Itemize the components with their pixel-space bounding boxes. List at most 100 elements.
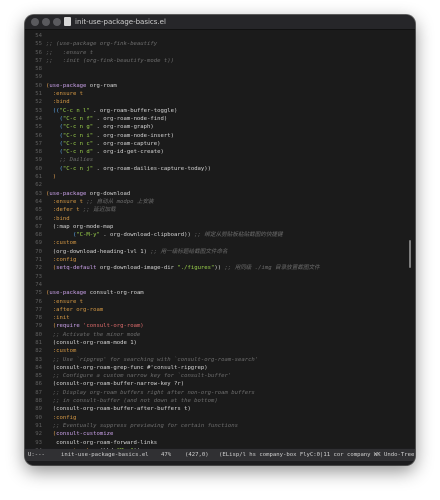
code-line[interactable]: (consult-org-roam-buffer-narrow-key ?r) bbox=[46, 380, 406, 388]
code-line[interactable]: :after org-roam bbox=[46, 306, 406, 314]
code-line[interactable] bbox=[46, 32, 406, 40]
code-line[interactable]: :config bbox=[46, 256, 406, 264]
token-fn: org-download bbox=[86, 190, 131, 197]
line-number: 93 bbox=[35, 439, 42, 446]
code-line[interactable]: (:map org-mode-map bbox=[46, 223, 406, 231]
token-paren2: ( bbox=[46, 149, 63, 156]
token-fn: org-roam bbox=[86, 82, 117, 89]
line-number: 80 bbox=[35, 331, 42, 338]
code-line[interactable]: :custom bbox=[46, 347, 406, 355]
line-number: 62 bbox=[35, 182, 42, 189]
code-line[interactable]: ;; Use `ripgrep' for searching with `con… bbox=[46, 356, 406, 364]
code-line[interactable] bbox=[46, 73, 406, 81]
code-line[interactable]: (consult-org-roam-grep-func #'consult-ri… bbox=[46, 364, 406, 372]
code-line[interactable]: :custom bbox=[46, 239, 406, 247]
editor-window: init-use-package-basics.el 54 55 56 57 58 59 5… bbox=[25, 15, 415, 465]
code-line[interactable]: ) bbox=[46, 173, 406, 181]
code-line[interactable]: :config bbox=[46, 414, 406, 422]
modeline-percent: 47% bbox=[161, 452, 172, 458]
code-line[interactable] bbox=[46, 181, 406, 189]
file-icon bbox=[64, 17, 71, 26]
code-area[interactable]: ;; (use-package org-fink-beautify;; :ens… bbox=[46, 32, 406, 465]
modeline-buffer-name[interactable]: init-use-package-basics.el bbox=[61, 449, 149, 461]
line-number: 88 bbox=[35, 398, 42, 405]
line-number: 90 bbox=[35, 414, 42, 421]
zoom-window-button[interactable] bbox=[53, 18, 61, 26]
line-number: 89 bbox=[35, 406, 42, 413]
code-line[interactable]: :ensure t ;; 自动从 modpo 上安装 bbox=[46, 198, 406, 206]
line-number: 91 bbox=[35, 422, 42, 429]
token-kw: :custom bbox=[46, 240, 77, 247]
code-line[interactable]: (consult-customize bbox=[46, 430, 406, 438]
token-macro: use-package bbox=[49, 190, 87, 197]
code-line[interactable]: :defer t ;; 延迟加载 bbox=[46, 206, 406, 214]
code-line[interactable]: (consult-org-roam-buffer-after-buffers t… bbox=[46, 405, 406, 413]
line-number: 65 bbox=[35, 207, 42, 214]
code-line[interactable]: ("C-c n g" . org-roam-graph) bbox=[46, 123, 406, 131]
code-line[interactable]: ("C-c n i" . org-roam-node-insert) bbox=[46, 132, 406, 140]
minibuffer[interactable] bbox=[25, 461, 415, 465]
line-number: 82 bbox=[35, 348, 42, 355]
code-line[interactable] bbox=[46, 273, 406, 281]
line-number: 74 bbox=[35, 281, 42, 288]
code-line[interactable]: :bind bbox=[46, 98, 406, 106]
code-line[interactable]: (org-download-heading-lvl 1) ;; 用一级标题给截图… bbox=[46, 248, 406, 256]
code-line[interactable]: ;; :ensure t bbox=[46, 49, 406, 57]
line-number: 81 bbox=[35, 339, 42, 346]
code-line[interactable]: (("C-c n l" . org-roam-buffer-toggle) bbox=[46, 107, 406, 115]
token-fn: (consult-org-roam-grep-func #'consult-ri… bbox=[46, 364, 208, 371]
code-line[interactable]: ;; Activate the minor mode bbox=[46, 331, 406, 339]
code-line[interactable]: :init bbox=[46, 314, 406, 322]
title-bar[interactable]: init-use-package-basics.el bbox=[25, 15, 415, 30]
code-line[interactable]: :ensure t bbox=[46, 298, 406, 306]
minimize-window-button[interactable] bbox=[42, 18, 50, 26]
token-kw: :init bbox=[46, 315, 70, 322]
token-const: 'consult-org-roam) bbox=[79, 323, 144, 330]
code-line[interactable]: ("C-c n j" . org-roam-dailies-capture-to… bbox=[46, 165, 406, 173]
token-str: "C-c n j" bbox=[62, 165, 94, 172]
code-editor[interactable]: 54 55 56 57 58 59 50 51 52 53 54 55 56 57 58 59 60 61 62 63… bbox=[25, 30, 415, 465]
code-line[interactable]: ;; Configure a custom narrow key for `co… bbox=[46, 372, 406, 380]
line-number: 71 bbox=[35, 257, 42, 264]
code-line[interactable]: ;; Dailies bbox=[46, 156, 406, 164]
code-line[interactable]: ("C-c n f" . org-roam-node-find) bbox=[46, 115, 406, 123]
code-line[interactable]: :ensure t bbox=[46, 90, 406, 98]
code-line[interactable]: (use-package consult-org-roam bbox=[46, 289, 406, 297]
token-str: "C-c n g" bbox=[62, 124, 94, 131]
token-kw: :ensure t bbox=[46, 298, 84, 305]
token-fn: . org-download-clipboard)) bbox=[99, 232, 195, 239]
code-line[interactable]: ;; Display org-roam buffers right after … bbox=[46, 389, 406, 397]
modeline-modes[interactable]: (ELisp/l hs company-box FlyC:0|11 cor co… bbox=[219, 449, 414, 461]
code-line[interactable]: ("C-c n d" . org-id-get-create) bbox=[46, 148, 406, 156]
code-line[interactable]: (require 'consult-org-roam) bbox=[46, 322, 406, 330]
line-number: 53 bbox=[35, 107, 42, 114]
token-kw: :ensure t bbox=[46, 91, 84, 98]
line-number: 61 bbox=[35, 174, 42, 181]
code-line[interactable]: :bind bbox=[46, 215, 406, 223]
code-line[interactable]: ("C-c n c" . org-roam-capture) bbox=[46, 140, 406, 148]
code-line[interactable]: ;; in consult-buffer (and not down at th… bbox=[46, 397, 406, 405]
line-number: 85 bbox=[35, 373, 42, 380]
token-macro: consult-customize bbox=[56, 431, 114, 438]
token-comment: ;; :init (org-fink-beautify-mode t)) bbox=[46, 57, 174, 64]
code-line[interactable]: (consult-org-roam-mode 1) bbox=[46, 339, 406, 347]
code-line[interactable]: ;; (use-package org-fink-beautify bbox=[46, 40, 406, 48]
code-line[interactable]: (setq-default org-download-image-dir "./… bbox=[46, 264, 406, 272]
code-line[interactable]: (use-package org-download bbox=[46, 190, 406, 198]
vertical-scrollbar[interactable] bbox=[408, 30, 413, 448]
code-line[interactable]: ;; :init (org-fink-beautify-mode t)) bbox=[46, 57, 406, 65]
code-line[interactable]: (use-package org-roam bbox=[46, 82, 406, 90]
close-window-button[interactable] bbox=[31, 18, 39, 26]
code-line[interactable]: ;; Eventually suppress previewing for ce… bbox=[46, 422, 406, 430]
token-paren2: ( bbox=[46, 140, 63, 147]
scrollbar-thumb[interactable] bbox=[409, 240, 411, 268]
line-number: 73 bbox=[35, 273, 42, 280]
code-line[interactable]: consult-org-roam-forward-links bbox=[46, 439, 406, 447]
line-number: 56 bbox=[35, 132, 42, 139]
token-kw: :bind bbox=[46, 215, 70, 222]
token-fn: . org-roam-node-find) bbox=[93, 115, 168, 122]
code-line[interactable] bbox=[46, 281, 406, 289]
token-comment: ;; (use-package org-fink-beautify bbox=[46, 41, 158, 48]
code-line[interactable]: ("C-M-y" . org-download-clipboard)) ;; 绑… bbox=[46, 231, 406, 239]
code-line[interactable] bbox=[46, 65, 406, 73]
